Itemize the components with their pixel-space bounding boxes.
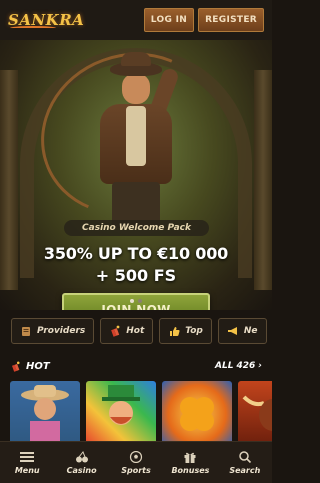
bull-thumbnail [242, 395, 272, 431]
dynamite-icon [111, 325, 120, 337]
nav-label: Search [229, 465, 261, 475]
thumbs-up-icon [170, 327, 180, 336]
category-label: Top [185, 326, 203, 336]
game-tile-bull[interactable] [238, 381, 272, 441]
hamburger-icon [20, 451, 35, 462]
category-hot[interactable]: Hot [100, 318, 154, 344]
carousel-dot-active[interactable] [130, 299, 134, 303]
nav-menu[interactable]: Menu [0, 442, 54, 483]
game-tile-leprechaun[interactable] [86, 381, 156, 441]
game-tile-cowboy[interactable] [10, 381, 80, 441]
bottom-navigation: Menu Casino Sports Bonuses Search [0, 441, 272, 483]
game-tile-clover[interactable] [162, 381, 232, 441]
hot-games-row [10, 381, 272, 441]
promo-subheadline: + 500 FS [95, 266, 177, 285]
all-label: ALL [215, 361, 234, 371]
megaphone-icon [227, 327, 237, 335]
nav-label: Menu [14, 465, 40, 475]
login-button[interactable]: LOG IN [143, 8, 195, 32]
logo-swoosh [10, 26, 56, 30]
nav-label: Bonuses [171, 465, 210, 475]
nav-label: Casino [66, 465, 97, 475]
cowboy-thumbnail [21, 385, 69, 441]
carousel-dots [0, 299, 272, 303]
soccer-ball-icon [129, 450, 143, 463]
provider-icon [22, 327, 30, 336]
nav-bonuses[interactable]: Bonuses [163, 442, 217, 483]
top-header: SANKRA LOG IN REGISTER [0, 0, 272, 40]
dynamite-icon [11, 361, 20, 372]
carousel-dot[interactable] [138, 299, 142, 303]
gift-icon [184, 452, 196, 463]
hot-section-header: HOT ALL 426 › [0, 356, 272, 376]
section-title: HOT [26, 360, 50, 372]
auth-buttons: LOG IN REGISTER [143, 8, 264, 32]
leprechaun-thumbnail [102, 385, 140, 425]
nav-search[interactable]: Search [218, 442, 272, 483]
promo-headline: 350% UP TO €10 000 [43, 244, 229, 263]
nav-label: Sports [121, 465, 151, 475]
game-count: 426 [236, 361, 256, 371]
adventurer-illustration [88, 52, 184, 228]
chevron-right-icon: › [258, 361, 262, 371]
category-new[interactable]: Ne [217, 318, 267, 344]
search-icon [239, 450, 251, 463]
welcome-pack-label: Casino Welcome Pack [64, 220, 209, 236]
category-providers[interactable]: Providers [11, 318, 95, 344]
nav-casino[interactable]: Casino [54, 442, 108, 483]
clover-thumbnail [180, 397, 214, 431]
category-label: Providers [37, 326, 86, 336]
register-button[interactable]: REGISTER [198, 8, 264, 32]
nav-sports[interactable]: Sports [109, 442, 163, 483]
category-label: Ne [243, 326, 258, 336]
category-bar: Providers Hot Top Ne [0, 318, 272, 344]
hero-banner[interactable]: Casino Welcome Pack 350% UP TO €10 000 +… [0, 40, 272, 310]
category-top[interactable]: Top [159, 318, 212, 344]
view-all-link[interactable]: ALL 426 › [215, 361, 262, 371]
cherry-icon [75, 450, 88, 462]
category-label: Hot [126, 326, 145, 336]
